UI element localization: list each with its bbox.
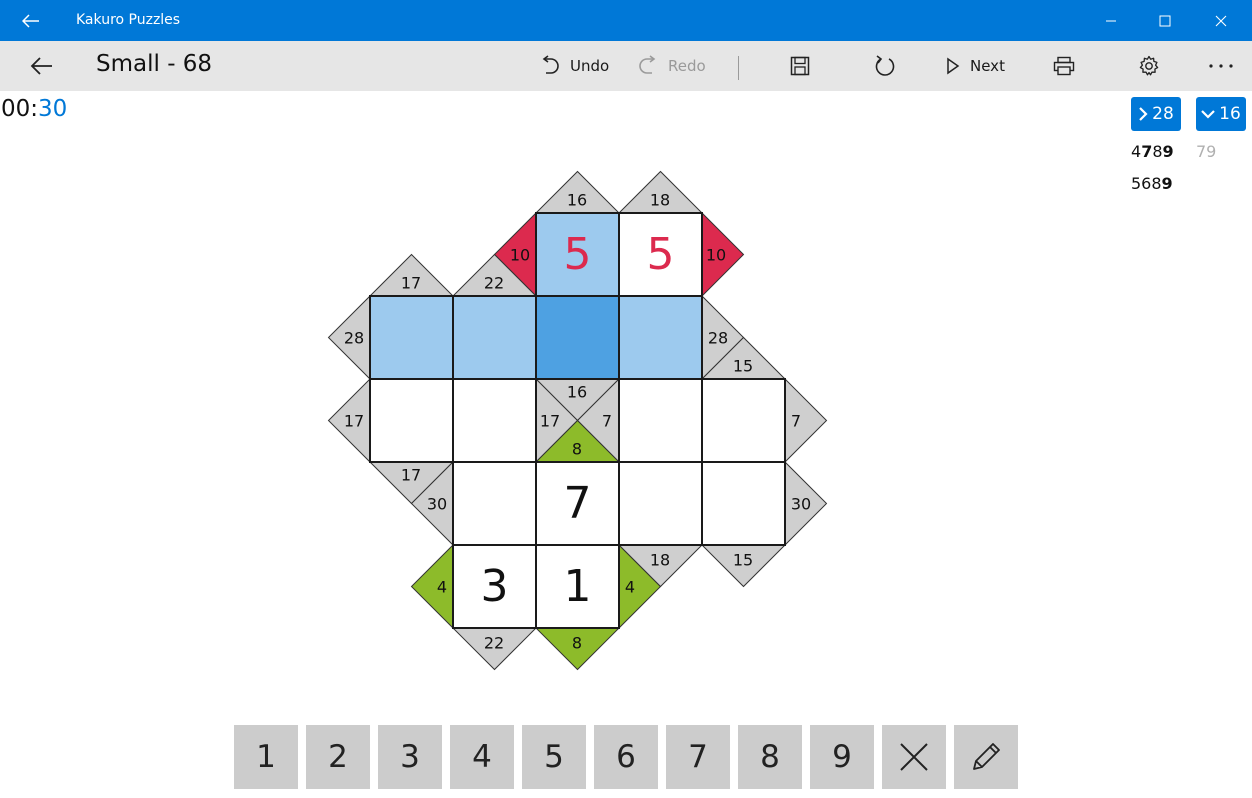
pencil-icon: [973, 743, 1000, 770]
key-9[interactable]: 9: [810, 725, 874, 789]
clue-number: 17: [540, 412, 560, 431]
grid-cell-r1c0[interactable]: [370, 296, 453, 379]
grid-cell-r1c2[interactable]: [536, 296, 619, 379]
cell-digit: 1: [564, 561, 592, 612]
cell-digit: 3: [481, 561, 509, 612]
clue-number: 30: [791, 495, 811, 514]
pencil-button[interactable]: [954, 725, 1018, 789]
kakuro-grid: 16 1810 1017 2228 2815171617 7871730 304 418 152…: [327, 170, 828, 671]
clue-number: 17: [401, 274, 421, 293]
cell-digit: 5: [647, 229, 675, 280]
grid-cell-r2c0[interactable]: [370, 379, 453, 462]
clue-number: 17: [344, 412, 364, 431]
clue-number: 16: [567, 191, 587, 210]
clue-number: 22: [484, 634, 504, 653]
grid-cell-r3c3[interactable]: [619, 462, 702, 545]
clue-number: 8: [572, 440, 582, 459]
clue-number: 28: [708, 329, 728, 348]
clue-number: 17: [401, 466, 421, 485]
clue-number: 15: [733, 357, 753, 376]
key-1[interactable]: 1: [234, 725, 298, 789]
clue-number: 8: [572, 634, 582, 653]
key-3[interactable]: 3: [378, 725, 442, 789]
key-5[interactable]: 5: [522, 725, 586, 789]
clue-number: 7: [791, 412, 801, 431]
clue-number: 18: [650, 551, 670, 570]
cell-digit: 7: [564, 478, 592, 529]
grid-cell-r3c4[interactable]: [702, 462, 785, 545]
key-4[interactable]: 4: [450, 725, 514, 789]
key-6[interactable]: 6: [594, 725, 658, 789]
clue-number: 18: [650, 191, 670, 210]
clue-number: 16: [567, 383, 587, 402]
clue-number: 30: [427, 495, 447, 514]
clue-number: 4: [437, 578, 447, 597]
key-8[interactable]: 8: [738, 725, 802, 789]
clear-button[interactable]: [882, 725, 946, 789]
key-7[interactable]: 7: [666, 725, 730, 789]
clue-number: 22: [484, 274, 504, 293]
close-icon: [900, 743, 928, 771]
clue-number: 28: [344, 329, 364, 348]
grid-cell-r2c4[interactable]: [702, 379, 785, 462]
grid-cell-r2c1[interactable]: [453, 379, 536, 462]
clue-number: 15: [733, 551, 753, 570]
grid-cell-r3c1[interactable]: [453, 462, 536, 545]
cell-digit: 5: [564, 229, 592, 280]
key-2[interactable]: 2: [306, 725, 370, 789]
grid-cell-r1c3[interactable]: [619, 296, 702, 379]
clue-number: 10: [510, 246, 530, 265]
clue-number: 10: [706, 246, 726, 265]
clue-number: 4: [625, 578, 635, 597]
grid-cell-r2c3[interactable]: [619, 379, 702, 462]
grid-cell-r1c1[interactable]: [453, 296, 536, 379]
clue-number: 7: [602, 412, 612, 431]
